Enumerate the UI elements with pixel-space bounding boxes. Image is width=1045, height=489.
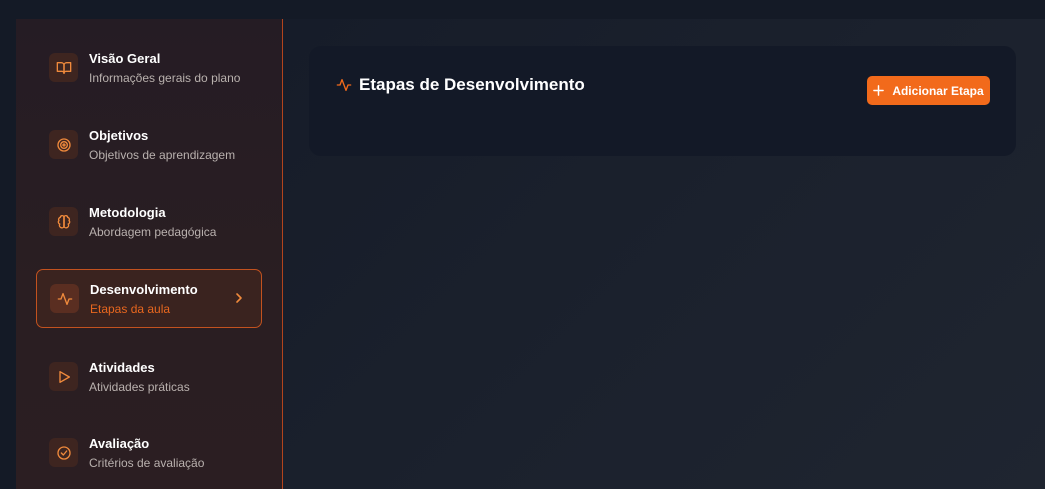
- sidebar-item-objetivos[interactable]: Objetivos Objetivos de aprendizagem: [36, 115, 262, 174]
- sidebar-item-title: Atividades: [89, 359, 155, 375]
- activity-icon: [336, 79, 352, 91]
- check-circle-icon: [49, 438, 78, 467]
- book-open-icon: [49, 53, 78, 82]
- add-step-label: Adicionar Etapa: [892, 83, 984, 98]
- sidebar-item-title: Visão Geral: [89, 50, 161, 66]
- activity-icon: [50, 284, 79, 313]
- card-title: Etapas de Desenvolvimento: [359, 75, 585, 94]
- sidebar-item-desenvolvimento[interactable]: Desenvolvimento Etapas da aula: [36, 269, 262, 328]
- sidebar-item-subtitle: Abordagem pedagógica: [89, 224, 217, 239]
- app-window: Visão Geral Informações gerais do plano …: [16, 19, 1045, 489]
- plus-icon: [873, 85, 885, 96]
- sidebar-item-subtitle: Informações gerais do plano: [89, 70, 241, 85]
- sidebar-item-metodologia[interactable]: Metodologia Abordagem pedagógica: [36, 192, 262, 251]
- card-header: Etapas de Desenvolvimento: [336, 75, 585, 95]
- sidebar-item-atividades[interactable]: Atividades Atividades práticas: [36, 347, 262, 406]
- chevron-right-icon: [236, 293, 242, 303]
- sidebar-item-title: Metodologia: [89, 204, 166, 220]
- target-icon: [49, 130, 78, 159]
- sidebar-item-subtitle: Objetivos de aprendizagem: [89, 147, 236, 162]
- add-step-button[interactable]: Adicionar Etapa: [867, 76, 990, 105]
- sidebar-item-visao-geral[interactable]: Visão Geral Informações gerais do plano: [36, 38, 262, 97]
- sidebar: Visão Geral Informações gerais do plano …: [16, 19, 283, 489]
- development-steps-card: Etapas de Desenvolvimento Adicionar Etap…: [309, 46, 1016, 156]
- sidebar-item-title: Objetivos: [89, 127, 149, 143]
- brain-icon: [49, 207, 78, 236]
- play-icon: [49, 362, 78, 391]
- sidebar-item-avaliacao[interactable]: Avaliação Critérios de avaliação: [36, 423, 262, 482]
- sidebar-item-title: Desenvolvimento: [90, 281, 198, 297]
- sidebar-item-subtitle: Atividades práticas: [89, 379, 190, 394]
- main-content: Etapas de Desenvolvimento Adicionar Etap…: [283, 19, 1045, 489]
- sidebar-item-subtitle: Critérios de avaliação: [89, 455, 205, 470]
- sidebar-item-title: Avaliação: [89, 435, 150, 451]
- sidebar-item-subtitle: Etapas da aula: [90, 301, 171, 316]
